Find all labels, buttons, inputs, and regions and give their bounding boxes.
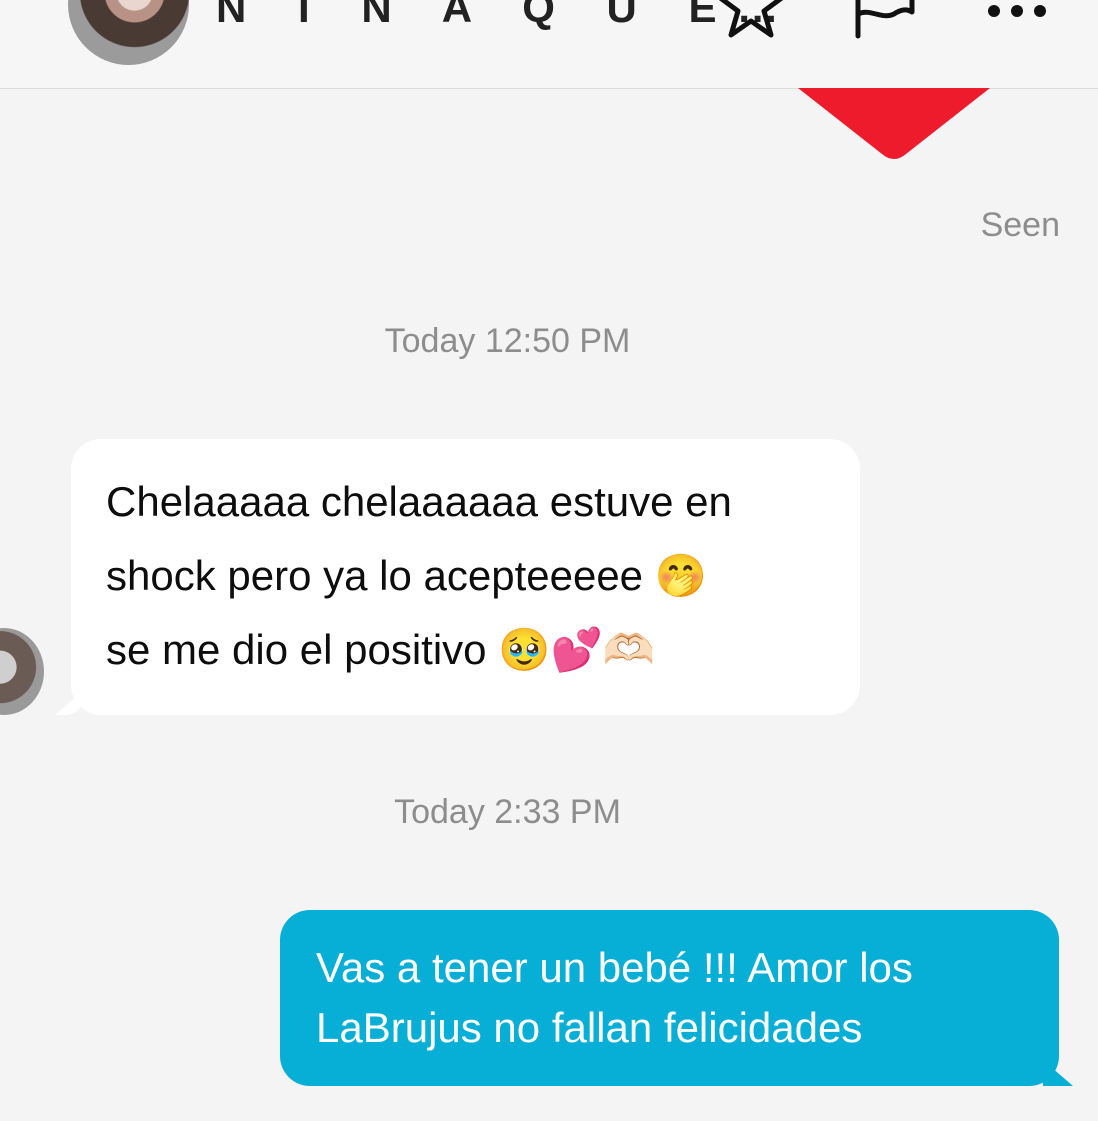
message-line: LaBrujus no fallan felicidades [316, 1004, 863, 1051]
seen-status: Seen [980, 206, 1060, 244]
chat-header: N I N A Q U E… [0, 0, 1098, 89]
message-line: Vas a tener un bebé !!! Amor los [316, 944, 913, 991]
message-line: shock pero ya lo acepteeeee 🤭 [106, 552, 708, 599]
bubble-tail [1043, 1060, 1073, 1086]
sender-avatar[interactable] [0, 628, 44, 715]
heart-sticker [798, 88, 990, 159]
message-line: se me dio el positivo 🥹💕🫶🏻 [106, 626, 656, 673]
outgoing-message-bubble[interactable]: Vas a tener un bebé !!! Amor los LaBruju… [280, 910, 1073, 1086]
star-icon[interactable] [716, 0, 786, 40]
timestamp: Today 12:50 PM [384, 322, 631, 360]
contact-avatar[interactable] [68, 0, 189, 65]
message-line: Chelaaaaa chelaaaaaa estuve en [106, 478, 732, 525]
incoming-message-bubble[interactable]: Chelaaaaa chelaaaaaa estuve en shock per… [55, 439, 860, 715]
bubble-tail [55, 689, 85, 715]
contact-name[interactable]: N I N A Q U E… [216, 0, 799, 32]
more-options-icon[interactable] [982, 0, 1052, 46]
timestamp: Today 2:33 PM [394, 793, 621, 831]
flag-icon[interactable] [850, 0, 920, 40]
